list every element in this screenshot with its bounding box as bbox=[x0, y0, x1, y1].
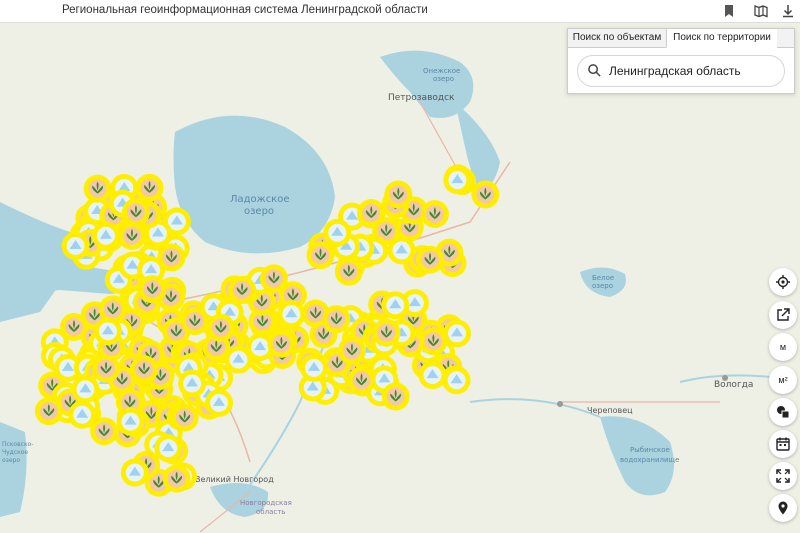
sprout-marker-icon[interactable] bbox=[228, 276, 257, 305]
sprout-marker-icon[interactable] bbox=[135, 173, 164, 202]
expand-icon bbox=[776, 469, 790, 483]
sprout-marker-icon[interactable] bbox=[92, 354, 121, 383]
snow-marker-icon[interactable] bbox=[442, 319, 471, 348]
snow-marker-icon[interactable] bbox=[323, 218, 352, 247]
download-icon[interactable] bbox=[780, 3, 796, 19]
sprout-marker-icon[interactable] bbox=[117, 221, 146, 250]
fullscreen-button[interactable] bbox=[769, 462, 797, 490]
search-icon bbox=[588, 64, 601, 77]
crosshair-icon bbox=[776, 275, 790, 289]
label-rybinsk-2: водохранилище bbox=[620, 456, 679, 464]
label-cherepovets: Череповец bbox=[587, 406, 633, 415]
external-link-icon bbox=[777, 308, 790, 321]
label-vologda: Вологда bbox=[714, 380, 753, 390]
snow-marker-icon[interactable] bbox=[116, 407, 145, 436]
snow-marker-icon[interactable] bbox=[387, 236, 416, 265]
measure-area-button[interactable]: м² bbox=[769, 366, 797, 394]
label-rybinsk-1: Рыбинское bbox=[630, 446, 670, 454]
snow-marker-icon[interactable] bbox=[224, 345, 253, 374]
sprout-marker-icon[interactable] bbox=[384, 180, 413, 209]
bookmark-icon[interactable] bbox=[721, 3, 737, 19]
map-canvas[interactable]: Петрозаводск Онежское озеро Ладожское оз… bbox=[0, 22, 800, 533]
sprout-marker-icon[interactable] bbox=[357, 199, 386, 228]
label-pskov-3: озеро bbox=[2, 457, 20, 464]
sprout-marker-icon[interactable] bbox=[372, 318, 401, 347]
sprout-marker-icon[interactable] bbox=[121, 198, 150, 227]
shapes-icon bbox=[777, 406, 790, 419]
sprout-marker-icon[interactable] bbox=[83, 174, 112, 203]
snow-marker-icon[interactable] bbox=[442, 366, 471, 395]
layers-button[interactable] bbox=[769, 398, 797, 426]
search-panel: Поиск по объектам Поиск по территории Ле… bbox=[567, 28, 795, 94]
geolocate-button[interactable] bbox=[769, 268, 797, 296]
snow-marker-icon[interactable] bbox=[68, 400, 97, 429]
label-beloe-1: Белое bbox=[592, 274, 614, 282]
measure-length-button[interactable]: м bbox=[769, 333, 797, 361]
external-link-button[interactable] bbox=[769, 301, 797, 329]
label-velikiy-novgorod: Великий Новгород bbox=[195, 475, 274, 484]
sprout-marker-icon[interactable] bbox=[306, 241, 335, 270]
sprout-marker-icon[interactable] bbox=[420, 200, 449, 229]
sprout-marker-icon[interactable] bbox=[267, 329, 296, 358]
snow-marker-icon[interactable] bbox=[91, 221, 120, 250]
top-bar: Региональная геоинформационная система Л… bbox=[0, 0, 800, 23]
label-beloe-2: озеро bbox=[592, 282, 613, 290]
map-book-icon[interactable] bbox=[753, 3, 769, 19]
territory-search-field[interactable]: Ленинградская область bbox=[577, 55, 785, 87]
snow-marker-icon[interactable] bbox=[418, 361, 447, 390]
snow-marker-icon[interactable] bbox=[71, 375, 100, 404]
snow-marker-icon[interactable] bbox=[154, 434, 183, 463]
sprout-marker-icon[interactable] bbox=[337, 336, 366, 365]
sprout-marker-icon[interactable] bbox=[347, 366, 376, 395]
pin-icon bbox=[778, 501, 788, 515]
tab-spacer bbox=[777, 29, 794, 48]
label-ladoga-1: Ладожское bbox=[230, 194, 290, 205]
label-onega-1: Онежское bbox=[423, 67, 460, 75]
snow-marker-icon[interactable] bbox=[299, 353, 328, 382]
sprout-marker-icon[interactable] bbox=[138, 275, 167, 304]
sprout-marker-icon[interactable] bbox=[471, 180, 500, 209]
label-novgorod-region-1: Новгородская bbox=[240, 499, 292, 507]
snow-marker-icon[interactable] bbox=[61, 231, 90, 260]
snow-marker-icon[interactable] bbox=[204, 388, 233, 417]
calendar-button[interactable] bbox=[769, 430, 797, 458]
sprout-marker-icon[interactable] bbox=[170, 403, 199, 432]
label-novgorod-region-2: область bbox=[256, 508, 285, 516]
snow-marker-icon[interactable] bbox=[443, 166, 472, 195]
label-petrozavodsk: Петрозаводск bbox=[388, 93, 455, 103]
label-onega-2: озеро bbox=[433, 75, 454, 83]
label-pskov-1: Псковско- bbox=[2, 441, 33, 448]
snow-marker-icon[interactable] bbox=[178, 369, 207, 398]
calendar-icon bbox=[776, 437, 790, 451]
tab-search-objects[interactable]: Поиск по объектам bbox=[568, 29, 666, 48]
sprout-marker-icon[interactable] bbox=[416, 245, 445, 274]
sprout-marker-icon[interactable] bbox=[206, 313, 235, 342]
label-pskov-2: Чудское bbox=[2, 449, 28, 456]
search-query: Ленинградская область bbox=[609, 64, 741, 78]
snow-marker-icon[interactable] bbox=[120, 458, 149, 487]
sprout-marker-icon[interactable] bbox=[259, 264, 288, 293]
sprout-marker-icon[interactable] bbox=[162, 464, 191, 493]
sprout-marker-icon[interactable] bbox=[381, 382, 410, 411]
sprout-marker-icon[interactable] bbox=[98, 295, 127, 324]
tab-search-territory[interactable]: Поиск по территории bbox=[666, 29, 778, 48]
place-pin-button[interactable] bbox=[769, 494, 797, 522]
app-title: Региональная геоинформационная система Л… bbox=[62, 4, 428, 16]
snow-marker-icon[interactable] bbox=[381, 291, 410, 320]
label-ladoga-2: озеро bbox=[244, 206, 274, 217]
